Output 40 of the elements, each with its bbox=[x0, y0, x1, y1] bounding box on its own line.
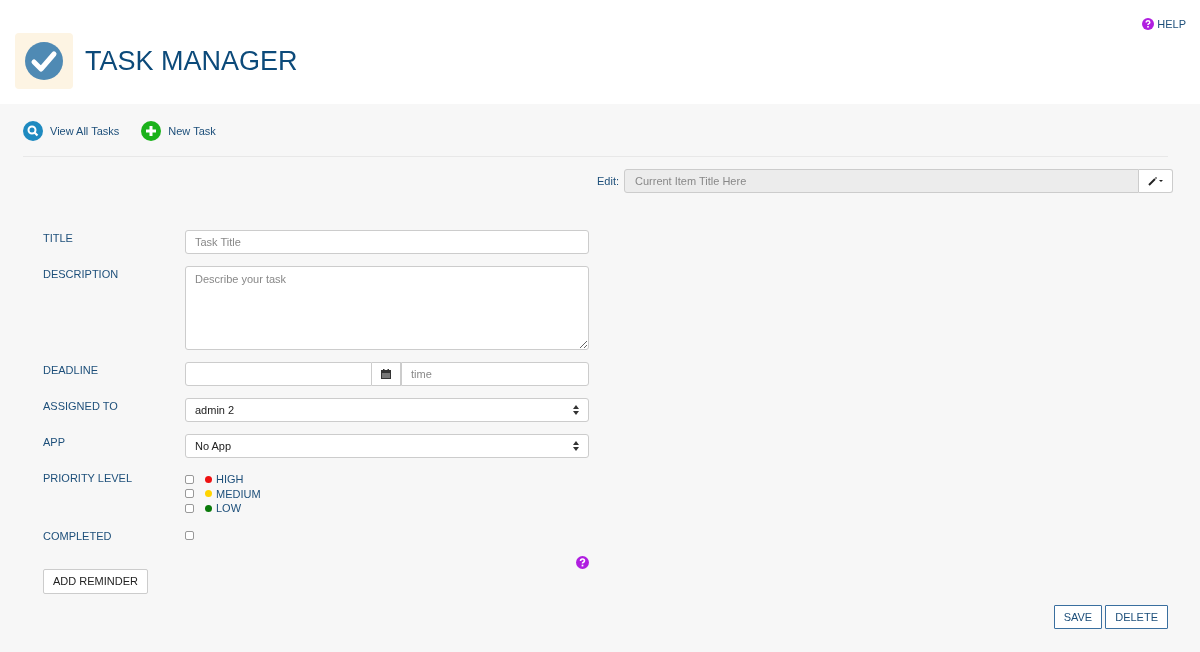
app-title: TASK MANAGER bbox=[85, 45, 298, 77]
field-label: ASSIGNED TO bbox=[43, 399, 119, 414]
edit-tools-button[interactable] bbox=[1139, 169, 1173, 193]
title-field[interactable]: Task Title bbox=[185, 230, 589, 254]
delete-button[interactable]: DELETE bbox=[1105, 604, 1168, 629]
calendar-button[interactable] bbox=[372, 362, 401, 386]
field-label: DESCRIPTION bbox=[43, 267, 120, 282]
field-label: DEADLINE bbox=[43, 363, 100, 378]
edit-label: Edit: bbox=[597, 175, 619, 187]
edit-title-field[interactable]: Current Item Title Here bbox=[624, 169, 1139, 193]
field-label: TITLE bbox=[43, 231, 74, 246]
help-icon[interactable] bbox=[576, 555, 589, 569]
app-dropdown[interactable]: No App bbox=[185, 434, 589, 458]
priority-checkbox[interactable] bbox=[185, 474, 194, 484]
field-label: COMPLETED bbox=[43, 528, 113, 544]
new-task-link[interactable]: New Task bbox=[141, 121, 216, 141]
priority-label: LOW bbox=[216, 502, 242, 515]
add-reminder-button[interactable]: ADD REMINDER bbox=[43, 568, 148, 594]
save-button[interactable]: SAVE bbox=[1053, 604, 1103, 629]
date-field[interactable] bbox=[185, 362, 372, 386]
field-label: APP bbox=[43, 435, 66, 450]
priority-label: HIGH bbox=[216, 473, 244, 486]
help-icon bbox=[1142, 18, 1155, 30]
calendar-icon bbox=[381, 369, 391, 379]
plus-icon bbox=[141, 121, 162, 141]
priority-checkbox[interactable] bbox=[185, 503, 194, 513]
select-arrows-icon bbox=[573, 405, 579, 415]
priority-label: MEDIUM bbox=[216, 487, 261, 500]
wand-icon bbox=[1147, 175, 1164, 186]
time-field[interactable]: time bbox=[401, 362, 589, 386]
completed-checkbox[interactable] bbox=[185, 530, 194, 540]
search-icon bbox=[23, 121, 43, 141]
description-field[interactable]: Describe your task bbox=[185, 266, 589, 350]
assigned-to-dropdown[interactable]: admin 2 bbox=[185, 398, 589, 422]
field-label: PRIORITY LEVEL bbox=[43, 471, 134, 486]
help-link[interactable]: HELP bbox=[1142, 18, 1186, 30]
view-all-link[interactable]: View All Tasks bbox=[23, 121, 120, 141]
select-arrows-icon bbox=[573, 441, 579, 451]
app-logo-icon bbox=[15, 33, 73, 89]
priority-checkbox[interactable] bbox=[185, 489, 194, 499]
